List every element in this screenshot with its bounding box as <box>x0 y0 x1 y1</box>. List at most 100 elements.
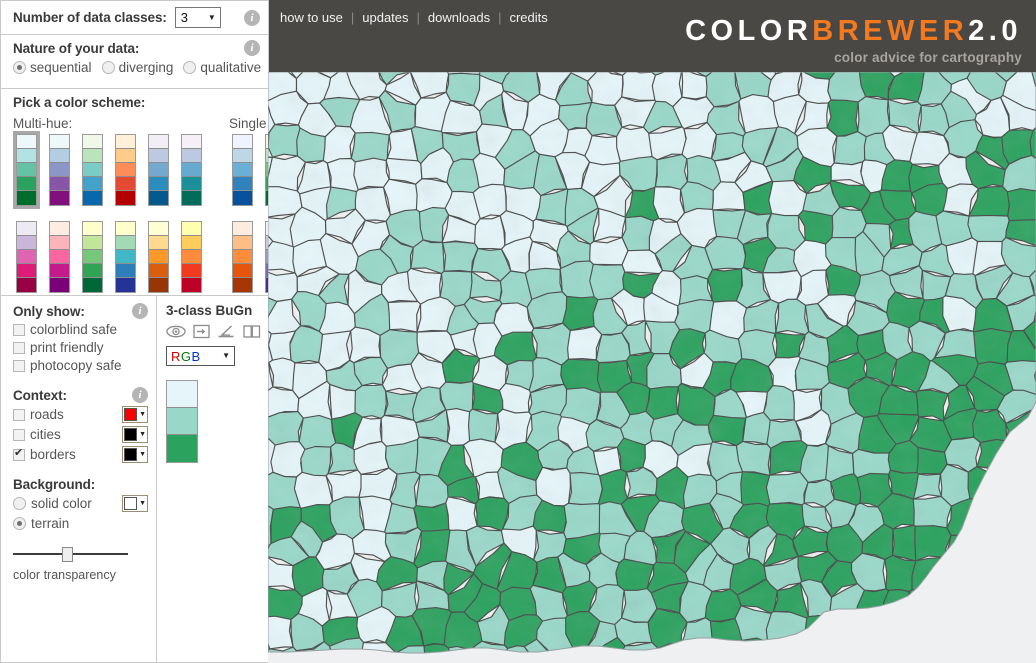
swatch-band <box>83 163 102 177</box>
swatch-band <box>182 149 201 163</box>
scheme-swatch-gnbu[interactable] <box>79 131 106 209</box>
swatch-band <box>50 149 69 163</box>
checkbox-label: borders <box>30 447 76 462</box>
radio-label: terrain <box>31 516 70 531</box>
radio-qualitative[interactable]: qualitative <box>183 60 261 75</box>
checkbox-colorblind-safe[interactable]: colorblind safe <box>13 322 148 337</box>
data-nature-radio-group: sequential diverging qualitative <box>13 60 261 75</box>
eye-icon[interactable] <box>166 324 186 339</box>
scheme-swatch-pubugn[interactable] <box>178 131 205 209</box>
info-icon-classes[interactable]: i <box>244 9 260 26</box>
swatch-band <box>83 191 102 205</box>
data-classes-select[interactable]: 3 ▼ <box>174 7 221 28</box>
map-preview[interactable] <box>268 72 1036 663</box>
scheme-swatch-rdpu[interactable] <box>46 218 73 296</box>
checkbox-indicator <box>13 359 25 372</box>
checkbox-indicator <box>13 428 25 441</box>
transparency-slider[interactable] <box>13 547 128 562</box>
data-classes-label: Number of data classes: <box>13 10 167 25</box>
swatch-band <box>83 177 102 191</box>
info-icon-context[interactable]: i <box>132 387 148 403</box>
radio-solid-color[interactable]: solid color <box>13 496 122 511</box>
swatch-band <box>149 191 168 205</box>
radio-sequential[interactable]: sequential <box>13 60 92 75</box>
color-format-value: RGB <box>171 348 201 364</box>
swatch-band <box>233 163 252 177</box>
scheme-swatch-blues[interactable] <box>229 131 256 209</box>
color-picker-roads[interactable]: ▼ <box>122 406 148 423</box>
printer-icon[interactable] <box>193 324 210 339</box>
multi-hue-group: Multi-hue: <box>13 114 205 296</box>
color-picker-cities[interactable]: ▼ <box>122 426 148 443</box>
swatch-colors <box>82 134 103 206</box>
county-choropleth-svg[interactable] <box>268 72 1036 663</box>
color-format-select[interactable]: RGB ▼ <box>166 346 235 366</box>
swatch-band <box>116 135 135 149</box>
nav-link-how-to-use[interactable]: how to use <box>278 10 351 25</box>
scheme-swatch-oranges[interactable] <box>229 218 256 296</box>
color-swatch <box>124 497 138 510</box>
color-scheme-label: Pick a color scheme: <box>13 95 146 110</box>
scheme-swatch-pubu[interactable] <box>145 131 172 209</box>
checkbox-label: cities <box>30 427 61 442</box>
multi-hue-swatch-grid <box>13 131 205 296</box>
nav-link-credits[interactable]: credits <box>501 10 555 25</box>
swatch-band <box>149 264 168 278</box>
scheme-swatch-bugn[interactable] <box>13 131 40 209</box>
terrain-texture-overlay <box>268 72 1036 653</box>
swatch-band <box>182 250 201 264</box>
swatch-band <box>149 222 168 236</box>
checkbox-roads[interactable]: roads <box>13 407 122 422</box>
data-classes-panel: Number of data classes: 3 ▼ i <box>0 0 269 35</box>
radio-diverging[interactable]: diverging <box>101 60 174 75</box>
laptop-icon[interactable] <box>217 324 236 339</box>
chevron-down-icon: ▼ <box>222 351 230 360</box>
site-header: how to use | updates | downloads | credi… <box>268 0 1036 72</box>
radio-terrain[interactable]: terrain <box>13 516 148 531</box>
data-classes-value: 3 <box>180 10 188 25</box>
radio-label: sequential <box>30 60 92 75</box>
book-icon[interactable] <box>243 324 261 339</box>
swatch-band <box>233 250 252 264</box>
scheme-swatch-orrd[interactable] <box>112 131 139 209</box>
scheme-swatch-bupu2[interactable] <box>13 218 40 296</box>
brand-version-text: 2.0 <box>968 15 1022 47</box>
swatch-colors <box>82 221 103 293</box>
swatch-band <box>17 163 36 177</box>
radio-label: diverging <box>118 60 174 75</box>
nav-link-updates[interactable]: updates <box>354 10 416 25</box>
info-icon-only-show[interactable]: i <box>132 303 148 319</box>
chevron-down-icon: ▼ <box>139 431 146 438</box>
swatch-band <box>50 177 69 191</box>
scheme-swatch-ylorbr[interactable] <box>145 218 172 296</box>
swatch-band <box>17 135 36 149</box>
swatch-band <box>233 222 252 236</box>
checkbox-photocopy-safe[interactable]: photocopy safe <box>13 358 148 373</box>
color-picker-background[interactable]: ▼ <box>122 495 148 512</box>
scheme-detail-title: 3-class BuGn <box>166 303 253 318</box>
swatch-band <box>149 236 168 250</box>
swatch-band <box>233 236 252 250</box>
swatch-band <box>17 191 36 205</box>
scheme-swatch-bupu[interactable] <box>46 131 73 209</box>
context-row-roads: roads ▼ <box>13 406 148 423</box>
scheme-swatch-ylgn[interactable] <box>79 218 106 296</box>
checkbox-print-friendly[interactable]: print friendly <box>13 340 148 355</box>
brand-color-text: COLOR <box>685 15 813 47</box>
nav-link-downloads[interactable]: downloads <box>420 10 498 25</box>
color-swatch <box>124 448 138 461</box>
slider-thumb[interactable] <box>61 547 73 562</box>
swatch-band <box>116 149 135 163</box>
checkbox-cities[interactable]: cities <box>13 427 122 442</box>
scheme-swatch-ylgnbu[interactable] <box>112 218 139 296</box>
swatch-band <box>233 191 252 205</box>
color-swatch <box>124 408 138 421</box>
color-picker-borders[interactable]: ▼ <box>122 446 148 463</box>
swatch-band <box>116 236 135 250</box>
swatch-band <box>116 250 135 264</box>
chevron-down-icon: ▼ <box>139 411 146 418</box>
info-icon-nature[interactable]: i <box>244 40 260 56</box>
swatch-band <box>50 163 69 177</box>
scheme-swatch-ylorrd[interactable] <box>178 218 205 296</box>
checkbox-borders[interactable]: borders <box>13 447 122 462</box>
